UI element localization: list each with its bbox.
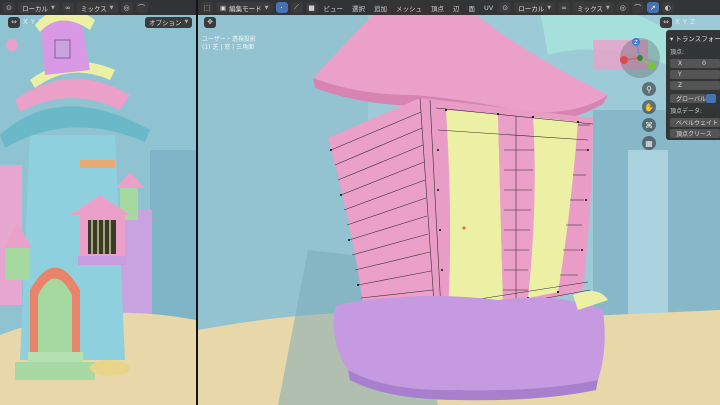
viewport-info: ユーザー・透視投影 (1) 芝 | 窓 | 三角面 [202, 36, 256, 52]
toolbar-icon[interactable]: ✥ [204, 16, 216, 28]
menu-vertex[interactable]: 頂点 [428, 3, 447, 13]
menu-mesh[interactable]: メッシュ [393, 3, 425, 13]
sidebar-n-panel: ▾ トランスフォーム 頂点: X 0 Y Z グローバル 頂点データ: ベベルウ… [666, 30, 720, 140]
right-toolbar-toggle: ✥ [204, 16, 216, 28]
right-header: ⬚ ▣ 編集モード ▼ · ⟋ ■ ビュー 選択 追加 メッシュ 頂点 辺 面 … [198, 0, 720, 15]
gizmo-y [648, 62, 656, 70]
snap-icon[interactable]: ∞ [61, 2, 74, 13]
vertex-select-icon[interactable]: · [275, 2, 288, 13]
axis-z-toggle[interactable]: Z [690, 18, 695, 26]
axis-y-toggle[interactable]: Y [683, 18, 687, 26]
x-field-value: 0 [702, 60, 706, 67]
global-button[interactable]: グローバル [670, 94, 706, 103]
gizmo-toggle-icon[interactable]: ↗ [646, 2, 659, 13]
options-dropdown[interactable]: オプション ▼ [145, 16, 193, 28]
vertex-data-label: 頂点データ: [670, 108, 703, 115]
right-axis-bar: ⇔ X Y Z [660, 16, 695, 28]
3d-cursor-dot [462, 226, 466, 230]
left-header: ⊙ ローカル ▼ ∞ ミックス ▼ ◎ ⌒ [0, 0, 196, 15]
options-label: オプション [149, 19, 182, 27]
shading-label: ミックス [80, 4, 107, 13]
proportional-edit-icon[interactable]: ◎ [616, 2, 629, 13]
chevron-down-icon: ▼ [184, 19, 189, 25]
vertex-y-field[interactable]: Y [670, 70, 720, 79]
menu-add[interactable]: 追加 [371, 3, 390, 13]
menu-select[interactable]: 選択 [349, 3, 368, 13]
z-field-label: Z [678, 82, 683, 89]
left-scene [0, 0, 196, 405]
axis-z-toggle[interactable]: Z [38, 18, 43, 26]
left-options-bar: オプション ▼ [145, 16, 193, 28]
transform-title: トランスフォーム [675, 35, 720, 43]
right-viewport[interactable]: ⬚ ▣ 編集モード ▼ · ⟋ ■ ビュー 選択 追加 メッシュ 頂点 辺 面 … [198, 0, 720, 405]
orientation-dropdown[interactable]: ローカル ▼ [18, 2, 59, 13]
editor-type-icon[interactable]: ⬚ [201, 2, 213, 13]
edge-select-icon[interactable]: ⟋ [290, 2, 303, 13]
shading-dropdown[interactable]: ミックス ▼ [76, 2, 118, 13]
grid-icon[interactable]: ▦ [642, 136, 656, 150]
menu-view[interactable]: ビュー [321, 3, 347, 13]
snap-icon[interactable]: ∞ [558, 2, 571, 13]
left-viewport[interactable]: ⊙ ローカル ▼ ∞ ミックス ▼ ◎ ⌒ ⇔ X Y Z オプション ▼ [0, 0, 196, 405]
axis-x-toggle[interactable]: X [675, 18, 680, 26]
vertex-crease-field[interactable]: 頂点クリース [670, 129, 720, 138]
bevel-weight-field[interactable]: ベベルウェイト [670, 118, 720, 127]
view-perspective-text: ユーザー・透視投影 [202, 36, 256, 43]
zoom-icon[interactable]: ⚲ [642, 82, 656, 96]
mode-label: 編集モード [229, 4, 262, 13]
overlay-icon[interactable]: ◐ [661, 2, 674, 13]
transform-pivot-icon[interactable]: ⊙ [499, 2, 512, 13]
chevron-down-icon: ▼ [264, 4, 269, 11]
proportional-edit-icon[interactable]: ◎ [120, 2, 133, 13]
camera-icon[interactable]: ⌘ [642, 118, 656, 132]
mirror-icon[interactable]: ⇔ [8, 16, 20, 28]
object-info-text: (1) 芝 | 窓 | 三角面 [202, 44, 255, 51]
local-button[interactable] [706, 94, 716, 103]
gizmo-z-label: Z [634, 40, 638, 46]
transform-pivot-icon[interactable]: ⊙ [3, 2, 15, 13]
vertex-x-field[interactable]: X 0 [670, 59, 720, 68]
shading-label: ミックス [577, 4, 603, 13]
shading-dropdown[interactable]: ミックス ▼ [573, 2, 614, 13]
gizmo-x [620, 56, 628, 64]
transform-panel-header[interactable]: ▾ トランスフォーム [666, 30, 720, 46]
mode-icon: ▣ [220, 3, 227, 12]
x-field-label: X [678, 60, 683, 67]
vertex-z-field[interactable]: Z [670, 81, 720, 90]
chevron-down-icon: ▼ [51, 4, 55, 11]
menu-uv[interactable]: UV [481, 4, 496, 12]
space-toggle-row: グローバル [666, 92, 720, 105]
graph-icon[interactable]: ⌒ [135, 2, 148, 13]
graph-icon[interactable]: ⌒ [631, 2, 644, 13]
axis-x-toggle[interactable]: X [23, 18, 28, 26]
chevron-down-icon: ▼ [547, 4, 552, 11]
pan-hand-icon[interactable]: ✋ [642, 100, 656, 114]
face-select-icon[interactable]: ■ [305, 2, 318, 13]
blender-window: ⊙ ローカル ▼ ∞ ミックス ▼ ◎ ⌒ ⇔ X Y Z オプション ▼ ⬚ … [0, 0, 720, 405]
mode-dropdown[interactable]: ▣ 編集モード ▼ [216, 2, 273, 13]
orientation-label: ローカル [518, 4, 545, 13]
navigation-gizmo[interactable]: Z [618, 36, 662, 80]
chevron-down-icon: ▼ [109, 4, 114, 11]
orientation-label: ローカル [22, 4, 48, 13]
chevron-down-icon: ▼ [605, 4, 610, 11]
y-field-label: Y [678, 71, 682, 78]
left-subbar: ⇔ X Y Z [8, 16, 43, 28]
menu-edge[interactable]: 辺 [450, 3, 463, 13]
orientation-dropdown[interactable]: ローカル ▼ [514, 2, 556, 13]
vertex-label: 頂点: [670, 49, 685, 56]
mirror-icon[interactable]: ⇔ [660, 16, 672, 28]
menu-face[interactable]: 面 [466, 3, 479, 13]
view-nav-column: ⚲ ✋ ⌘ ▦ [642, 82, 656, 150]
axis-y-toggle[interactable]: Y [31, 18, 35, 26]
